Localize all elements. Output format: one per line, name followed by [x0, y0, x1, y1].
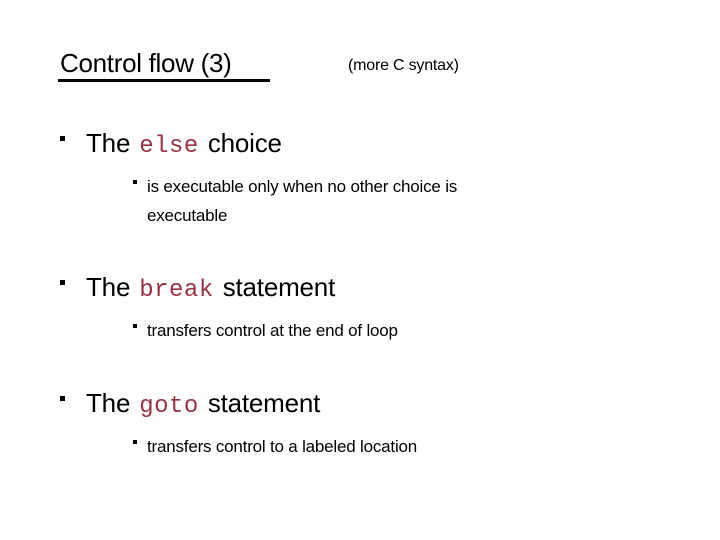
bullet-text-else: The else choice: [86, 126, 282, 164]
bullet-dot-icon: [60, 396, 65, 401]
sub-bullet-line: transfers control at the end of loop: [147, 321, 398, 340]
page-title: Control flow (3): [60, 48, 232, 78]
bullet-prefix: The: [86, 272, 131, 302]
sub-bullet-line: is executable only when no other choice …: [147, 177, 458, 196]
bullet-dot-icon: [60, 136, 65, 141]
bullet-item-goto: The goto statement: [0, 386, 720, 422]
bullet-prefix: The: [86, 128, 131, 158]
slide-canvas: Control flow (3) (more C syntax) The else…: [0, 0, 720, 540]
bullet-item-else: The else choice: [0, 126, 720, 162]
sub-bullet-dot-icon: [133, 440, 137, 444]
bullet-dot-icon: [60, 280, 65, 285]
sub-bullet-line: executable: [147, 206, 228, 225]
bullet-prefix: The: [86, 388, 131, 418]
c-keyword-goto: goto: [139, 393, 199, 420]
slide-header: Control flow (3) (more C syntax): [58, 48, 658, 88]
c-keyword-break: break: [139, 277, 214, 304]
bullet-text-goto: The goto statement: [86, 386, 320, 424]
bullet-item-break: The break statement: [0, 270, 720, 306]
sub-bullet-dot-icon: [133, 324, 137, 328]
bullet-text-break: The break statement: [86, 270, 335, 308]
bullet-suffix: statement: [207, 388, 321, 418]
sub-bullet-text: transfers control to a labeled location: [147, 432, 617, 461]
bullet-suffix: choice: [207, 128, 282, 158]
bullet-group-break: The break statement transfers control at t…: [0, 270, 720, 340]
title-underline-rule: [58, 79, 270, 82]
sub-bullet-line: transfers control to a labeled location: [147, 437, 418, 456]
bullet-group-else: The else choice is executable only when no…: [0, 126, 720, 225]
slide-subtitle: (more C syntax): [348, 57, 459, 74]
sub-bullet-dot-icon: [133, 180, 137, 184]
bullet-suffix: statement: [222, 272, 336, 302]
sub-bullet-text: transfers control at the end of loop: [147, 316, 617, 345]
bullet-group-goto: The goto statement transfers control to a …: [0, 386, 720, 456]
sub-bullet-text: is executable only when no other choice …: [147, 172, 617, 230]
c-keyword-else: else: [139, 133, 199, 160]
